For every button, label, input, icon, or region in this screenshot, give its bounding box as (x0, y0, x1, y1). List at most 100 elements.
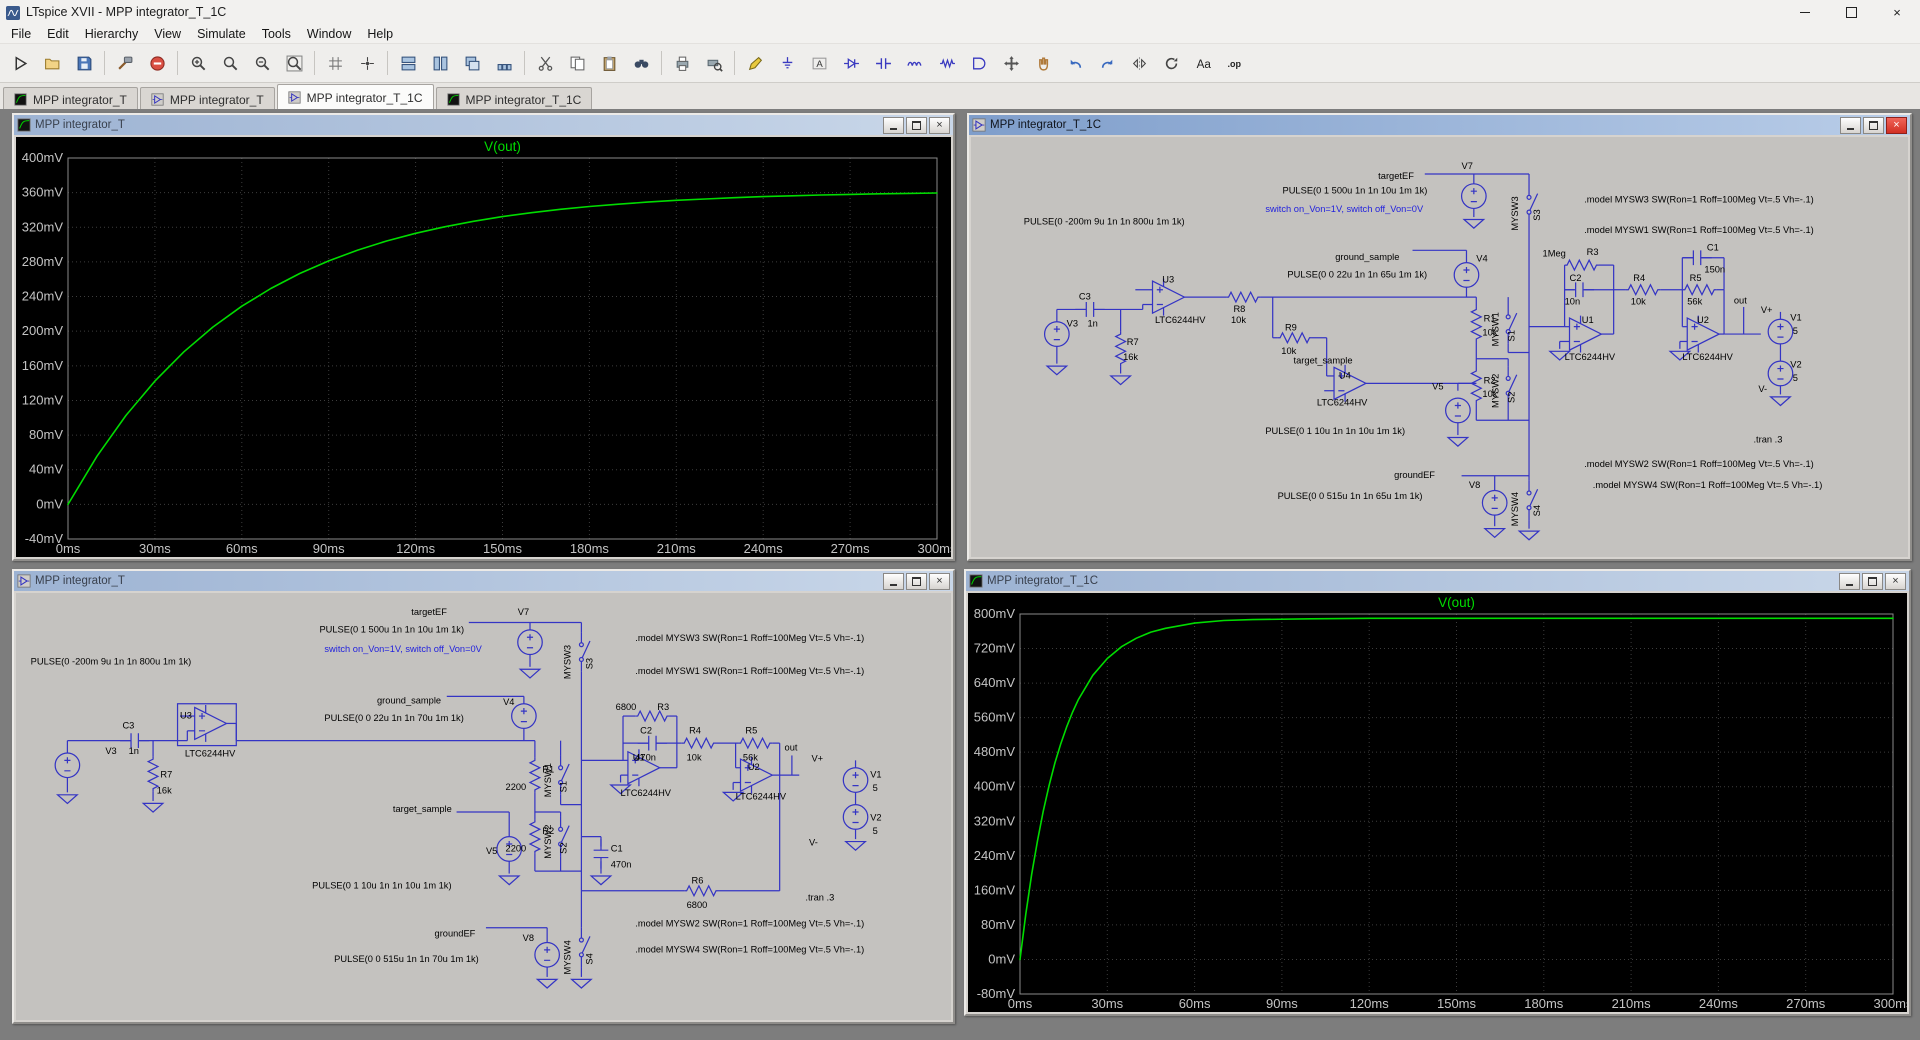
schematic-canvas[interactable]: targetEF V7 PULSE(0 1 500u 1n 1n 10u 1m 1k… (16, 593, 951, 1020)
copy-icon (570, 56, 584, 70)
print-button[interactable] (666, 47, 698, 79)
component-button[interactable] (963, 47, 995, 79)
maximize-button[interactable] (1828, 0, 1874, 24)
run-button[interactable] (4, 47, 36, 79)
svg-text:switch on_Von=1V, switch off_V: switch on_Von=1V, switch off_Von=0V (324, 644, 482, 654)
svg-text:40mV: 40mV (29, 462, 63, 477)
menu-window[interactable]: Window (299, 26, 359, 42)
schematic-canvas[interactable]: targetEF V7 PULSE(0 1 500u 1n 1n 10u 1m 1k… (971, 137, 1908, 557)
window-titlebar[interactable]: MPP integrator_T × (14, 571, 953, 591)
save-icon (77, 56, 91, 70)
svg-text:V1: V1 (870, 770, 881, 780)
minimize-button[interactable] (1839, 572, 1860, 590)
mark-button[interactable] (351, 47, 383, 79)
svg-text:out: out (785, 742, 798, 752)
window-titlebar[interactable]: MPP integrator_T_1C × (969, 115, 1910, 135)
mirror-button[interactable] (1123, 47, 1155, 79)
paste-button[interactable] (593, 47, 625, 79)
minimize-button[interactable] (1840, 116, 1861, 134)
tab-mpp-integrator_t_1c-2[interactable]: MPP integrator_T_1C (276, 84, 434, 111)
tab-mpp-integrator_t_1c-3[interactable]: MPP integrator_T_1C (435, 87, 593, 111)
cut-button[interactable] (529, 47, 561, 79)
find-button[interactable] (625, 47, 657, 79)
resistor-button[interactable] (931, 47, 963, 79)
save-button[interactable] (68, 47, 100, 79)
find-icon (634, 59, 648, 68)
minimize-button[interactable] (1782, 0, 1828, 24)
wire-button[interactable] (739, 47, 771, 79)
redo-button[interactable] (1091, 47, 1123, 79)
window-plot-mpp-integrator-t-1c[interactable]: MPP integrator_T_1C × 800mV 720mV 640mV 560… (964, 569, 1911, 1016)
close-button[interactable]: × (929, 572, 950, 590)
window-titlebar[interactable]: MPP integrator_T_1C × (966, 571, 1909, 591)
svg-text:PULSE(0 1 10u 1n 1n 10u 1m 1k): PULSE(0 1 10u 1n 1n 10u 1m 1k) (312, 880, 451, 890)
minimize-button[interactable] (883, 572, 904, 590)
zoom-full-button[interactable] (278, 47, 310, 79)
ground-button[interactable] (771, 47, 803, 79)
waveform-canvas[interactable]: 800mV 720mV 640mV 560mV 480mV 400mV 320mV 240mV… (968, 593, 1907, 1012)
svg-text:MYSW3: MYSW3 (1510, 196, 1520, 230)
tile-vertical-button[interactable] (424, 47, 456, 79)
close-button[interactable]: × (929, 116, 950, 134)
menu-help[interactable]: Help (359, 26, 401, 42)
app-titlebar[interactable]: LTspice XVII - MPP integrator_T_1C × (0, 0, 1920, 24)
capacitor-icon (875, 57, 891, 69)
svg-text:210ms: 210ms (657, 541, 697, 556)
menu-tools[interactable]: Tools (254, 26, 299, 42)
grid-button[interactable] (319, 47, 351, 79)
tab-mpp-integrator_t-0[interactable]: MPP integrator_T (3, 87, 138, 111)
svg-text:90ms: 90ms (1266, 996, 1298, 1011)
diode-icon (843, 57, 859, 69)
capacitor-button[interactable] (867, 47, 899, 79)
halt-button[interactable] (141, 47, 173, 79)
svg-text:.model MYSW2 SW(Ron=1 Roff=100: .model MYSW2 SW(Ron=1 Roff=100Meg Vt=.5 … (635, 918, 864, 928)
tile-horizontal-button[interactable] (392, 47, 424, 79)
svg-text:2200: 2200 (506, 843, 527, 853)
net-label-button[interactable]: A (803, 47, 835, 79)
restore-button[interactable] (1862, 572, 1883, 590)
menu-edit[interactable]: Edit (39, 26, 77, 42)
zoom-out-button[interactable] (246, 47, 278, 79)
rotate-button[interactable] (1155, 47, 1187, 79)
close-button[interactable]: × (1874, 0, 1920, 24)
restore-button[interactable] (906, 572, 927, 590)
window-schematic-mpp-integrator-t-1c[interactable]: MPP integrator_T_1C × targetEF V7 PULSE(0 … (967, 113, 1912, 561)
window-plot-mpp-integrator-t[interactable]: MPP integrator_T × 400mV 360mV 320mV 280mV 2… (12, 113, 955, 561)
menu-view[interactable]: View (146, 26, 189, 42)
tab-mpp-integrator_t-1[interactable]: MPP integrator_T (139, 87, 275, 111)
svg-text:320mV: 320mV (22, 219, 64, 234)
cascade-button[interactable] (456, 47, 488, 79)
drag-button[interactable] (1027, 47, 1059, 79)
svg-text:0ms: 0ms (56, 541, 81, 556)
close-button[interactable]: × (1886, 116, 1907, 134)
diode-button[interactable] (835, 47, 867, 79)
open-button[interactable] (36, 47, 68, 79)
window-schematic-mpp-integrator-t[interactable]: MPP integrator_T × targetEF V7 PULSE(0 1 5… (12, 569, 955, 1024)
svg-text:V7: V7 (1462, 161, 1473, 171)
restore-button[interactable] (1863, 116, 1884, 134)
waveform-canvas[interactable]: 400mV 360mV 320mV 280mV 240mV 200mV 160mV 120mV… (16, 137, 951, 557)
move-button[interactable] (995, 47, 1027, 79)
restore-button[interactable] (906, 116, 927, 134)
zoom-back-button[interactable] (214, 47, 246, 79)
ground-icon (782, 56, 792, 68)
window-titlebar[interactable]: MPP integrator_T × (14, 115, 953, 135)
arrange-icons-button[interactable] (488, 47, 520, 79)
print-preview-button[interactable] (698, 47, 730, 79)
paste-icon (603, 56, 615, 71)
text-button[interactable]: Aa (1187, 47, 1219, 79)
minimize-button[interactable] (883, 116, 904, 134)
menu-file[interactable]: File (3, 26, 39, 42)
svg-text:U3: U3 (180, 710, 192, 720)
inductor-button[interactable] (899, 47, 931, 79)
zoom-in-button[interactable] (182, 47, 214, 79)
menu-simulate[interactable]: Simulate (189, 26, 254, 42)
copy-button[interactable] (561, 47, 593, 79)
control-panel-button[interactable] (109, 47, 141, 79)
undo-button[interactable] (1059, 47, 1091, 79)
spice-directive-button[interactable]: .op (1219, 47, 1251, 79)
schematic-icon (151, 92, 165, 107)
svg-text:10n: 10n (1565, 296, 1581, 306)
menu-hierarchy[interactable]: Hierarchy (77, 26, 147, 42)
close-button[interactable]: × (1885, 572, 1906, 590)
